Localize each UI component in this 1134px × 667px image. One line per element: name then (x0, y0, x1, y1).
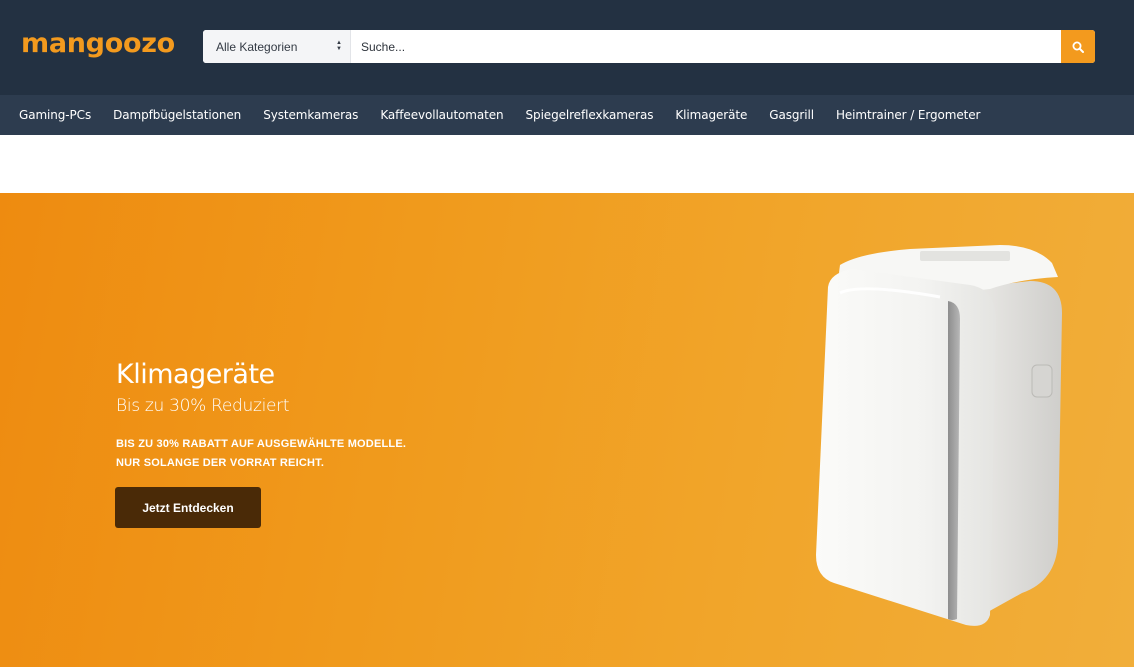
search-icon (1072, 41, 1084, 53)
logo[interactable]: mangoozo (21, 28, 175, 59)
cta-button[interactable]: Jetzt Entdecken (115, 487, 261, 528)
nav-item-systemkameras[interactable]: Systemkameras (263, 108, 358, 122)
category-select-value: Alle Kategorien (216, 39, 298, 54)
site-header: mangoozo Alle Kategorien ▲ ▼ (0, 0, 1134, 95)
nav-item-gasgrill[interactable]: Gasgrill (769, 108, 814, 122)
nav-item-heimtrainer[interactable]: Heimtrainer / Ergometer (836, 108, 981, 122)
search-bar: Alle Kategorien ▲ ▼ (203, 30, 1095, 63)
category-select[interactable]: Alle Kategorien ▲ ▼ (203, 30, 351, 63)
nav-item-gaming-pcs[interactable]: Gaming-PCs (19, 108, 91, 122)
hero-description-line: NUR SOLANGE DER VORRAT REICHT. (116, 457, 325, 469)
search-button[interactable] (1061, 30, 1095, 63)
category-nav: Gaming-PCs Dampfbügelstationen Systemkam… (0, 95, 1134, 135)
hero-description: BIS ZU 30% RABATT AUF AUSGEWÄHLTE MODELL… (116, 435, 406, 473)
nav-item-klimageraete[interactable]: Klimageräte (675, 108, 747, 122)
air-conditioner-image[interactable] (800, 243, 1080, 633)
select-arrows-icon: ▲ ▼ (336, 40, 342, 52)
hero-title: Klimageräte (116, 359, 275, 390)
hero-subtitle: Bis zu 30% Reduziert (116, 396, 290, 416)
hero-banner: Klimageräte Bis zu 30% Reduziert BIS ZU … (0, 193, 1134, 667)
nav-item-dampfbuegelstationen[interactable]: Dampfbügelstationen (113, 108, 241, 122)
nav-item-spiegelreflexkameras[interactable]: Spiegelreflexkameras (526, 108, 654, 122)
hero-description-line: BIS ZU 30% RABATT AUF AUSGEWÄHLTE MODELL… (116, 438, 407, 450)
nav-item-kaffeevollautomaten[interactable]: Kaffeevollautomaten (380, 108, 503, 122)
search-input[interactable] (351, 30, 1061, 63)
